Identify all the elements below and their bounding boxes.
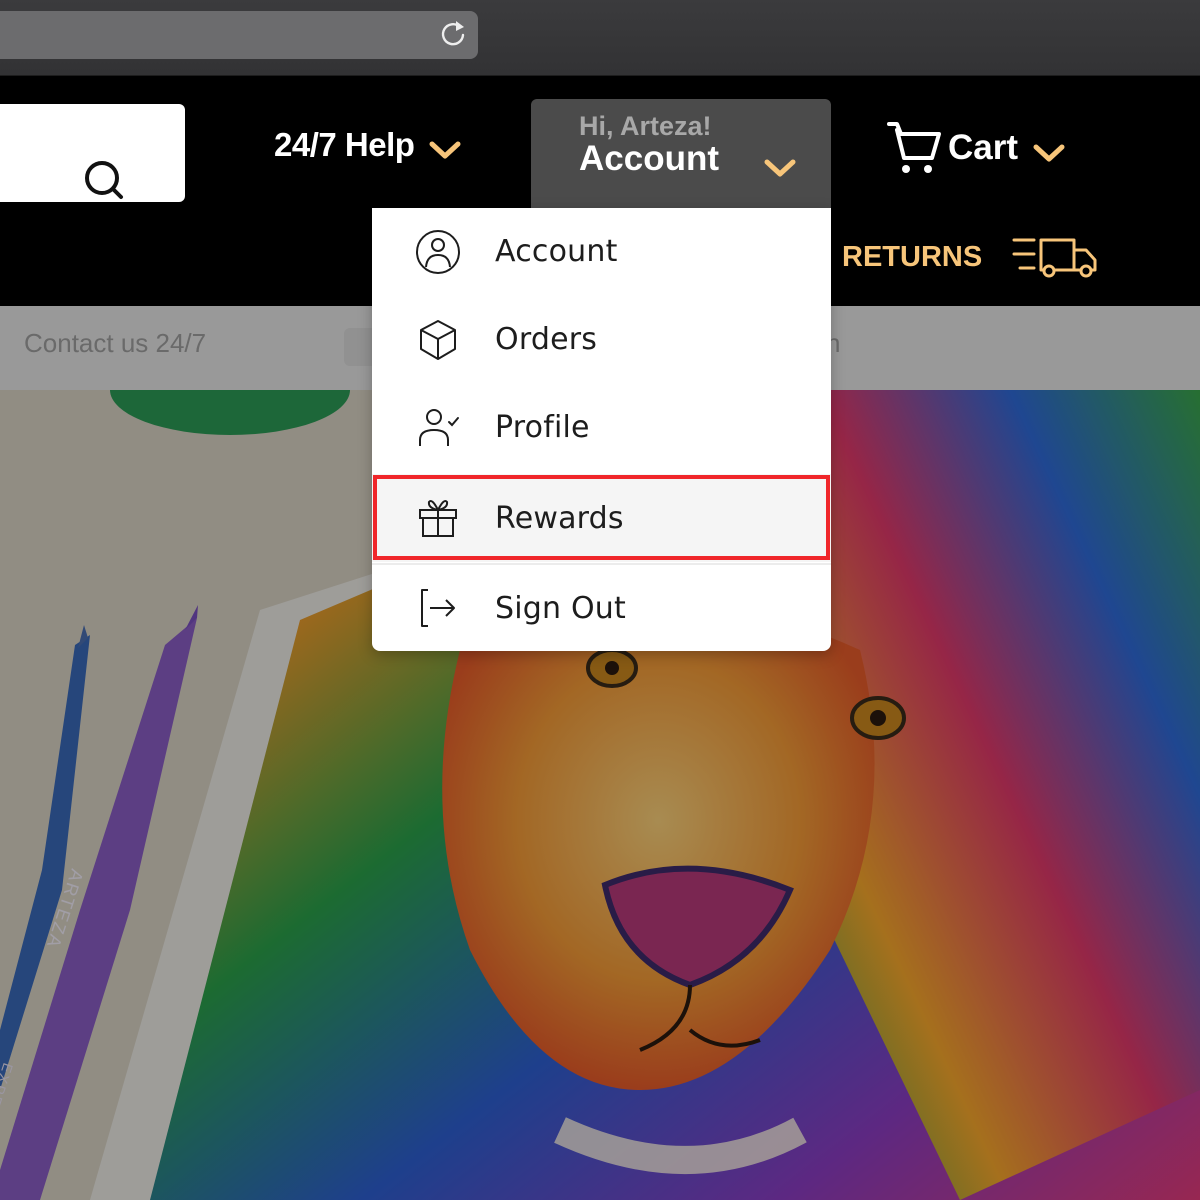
menu-item-rewards[interactable]: Rewards: [372, 474, 831, 562]
menu-item-orders[interactable]: Orders: [372, 296, 831, 383]
cart-button[interactable]: Cart: [886, 120, 1066, 176]
menu-item-profile[interactable]: Profile: [372, 384, 831, 471]
account-label: Account: [579, 139, 719, 178]
gift-icon: [419, 500, 457, 537]
box-icon: [420, 319, 456, 360]
returns-link[interactable]: RETURNS: [842, 236, 1098, 278]
menu-item-label: Account: [495, 234, 618, 269]
menu-item-label: Rewards: [495, 500, 624, 536]
menu-item-label: Profile: [495, 410, 590, 445]
sign-out-icon: [421, 589, 455, 627]
reload-icon[interactable]: [436, 17, 470, 51]
address-bar[interactable]: [0, 11, 478, 59]
cart-icon: [887, 122, 941, 173]
account-menu-button[interactable]: Hi, Arteza! Account: [531, 99, 831, 209]
truck-icon: [1012, 238, 1097, 278]
user-circle-icon: [416, 229, 460, 274]
returns-label: RETURNS: [842, 240, 983, 273]
chevron-down-icon: [764, 159, 796, 177]
chevron-down-icon: [1033, 144, 1065, 162]
user-check-icon: [419, 408, 459, 446]
menu-item-label: Sign Out: [495, 590, 626, 626]
help-menu-button[interactable]: 24/7 Help: [274, 126, 462, 164]
chevron-down-icon: [429, 141, 461, 159]
cart-label: Cart: [948, 128, 1019, 167]
menu-item-account[interactable]: Account: [372, 208, 831, 295]
menu-item-sign-out[interactable]: Sign Out: [372, 563, 831, 651]
account-dropdown-menu: Account Orders Profile Rewards Sign Out: [372, 208, 831, 651]
browser-toolbar: [0, 0, 1200, 76]
search-input[interactable]: [0, 104, 185, 202]
menu-item-label: Orders: [495, 322, 598, 357]
search-icon[interactable]: [80, 156, 128, 204]
help-label: 24/7 Help: [274, 126, 415, 163]
contact-link[interactable]: Contact us 24/7: [24, 328, 206, 359]
account-greeting: Hi, Arteza!: [579, 111, 712, 141]
